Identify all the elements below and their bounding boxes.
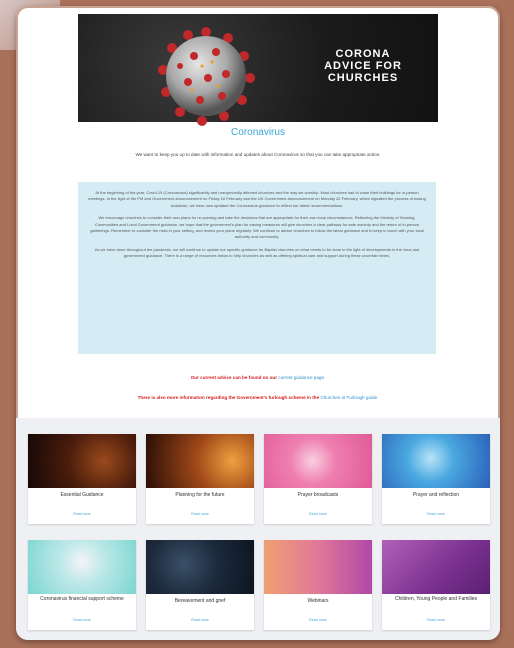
read-more-link[interactable]: Read more — [264, 512, 372, 516]
banner-title-line2: ADVICE FOR — [324, 60, 402, 72]
read-more-link[interactable]: Read more — [28, 512, 136, 516]
read-more-link[interactable]: Read more — [28, 618, 136, 622]
page-title: Coronavirus — [231, 127, 285, 138]
card-children-families[interactable]: Children, Young People and Families Read… — [382, 540, 490, 630]
current-guidance-link[interactable]: current guidance page. — [278, 375, 325, 380]
card-title: Bereavement and grief — [174, 598, 226, 604]
card-title: Prayer and reflection — [412, 492, 460, 498]
info-paragraph: As we have done throughout the pandemic,… — [94, 246, 420, 259]
notice-text: Our current advice can be found on our — [190, 375, 279, 380]
intro-text: We want to keep you up to date with info… — [135, 152, 381, 157]
card-title: Prayer broadcasts — [297, 492, 339, 498]
notice-text: There is also more information regarding… — [137, 395, 321, 400]
info-paragraph: We encourage churches to consider their … — [90, 215, 424, 240]
read-more-link[interactable]: Read more — [264, 618, 372, 622]
read-more-link[interactable]: Read more — [382, 618, 490, 622]
card-essential-guidance[interactable]: Essential Guidance Read more — [28, 434, 136, 524]
card-image — [382, 434, 490, 488]
card-financial-support[interactable]: Coronavirus financial support scheme Rea… — [28, 540, 136, 630]
card-title: Children, Young People and Families — [395, 596, 477, 602]
card-title: Essential Guidance — [60, 492, 104, 498]
card-title: Coronavirus financial support scheme — [40, 596, 124, 602]
card-title: Webinars — [307, 598, 329, 604]
furlough-notice: There is also more information regarding… — [16, 395, 500, 400]
banner-title-line1: CORONA — [335, 48, 391, 60]
coronavirus-image — [158, 27, 255, 126]
card-image — [28, 434, 136, 488]
card-prayer-broadcasts[interactable]: Prayer broadcasts Read more — [264, 434, 372, 524]
banner: CORONA ADVICE FOR CHURCHES — [78, 14, 438, 126]
current-advice-notice: Our current advice can be found on our c… — [16, 375, 500, 380]
card-bereavement-grief[interactable]: Bereavement and grief Read more — [146, 540, 254, 630]
card-prayer-reflection[interactable]: Prayer and reflection Read more — [382, 434, 490, 524]
read-more-link[interactable]: Read more — [382, 512, 490, 516]
furlough-guide-link[interactable]: Churches at Furlough guide. — [320, 395, 378, 400]
card-image — [264, 434, 372, 488]
card-image — [264, 540, 372, 594]
card-planning-future[interactable]: Planning for the future Read more — [146, 434, 254, 524]
resource-grid: Essential Guidance Read more Planning fo… — [16, 418, 500, 640]
info-paragraph: At the beginning of the year, Covid-19 (… — [88, 190, 426, 208]
read-more-link[interactable]: Read more — [146, 512, 254, 516]
card-image — [146, 540, 254, 594]
card-image — [382, 540, 490, 594]
card-image — [28, 540, 136, 594]
banner-title: CORONA ADVICE FOR CHURCHES — [308, 48, 418, 84]
info-box: At the beginning of the year, Covid-19 (… — [78, 182, 436, 354]
card-title: Planning for the future — [175, 492, 225, 498]
card-image — [146, 434, 254, 488]
read-more-link[interactable]: Read more — [146, 618, 254, 622]
card-webinars[interactable]: Webinars Read more — [264, 540, 372, 630]
web-page: CORONA ADVICE FOR CHURCHES Coronavirus W… — [16, 6, 500, 640]
banner-title-line3: CHURCHES — [327, 72, 399, 84]
